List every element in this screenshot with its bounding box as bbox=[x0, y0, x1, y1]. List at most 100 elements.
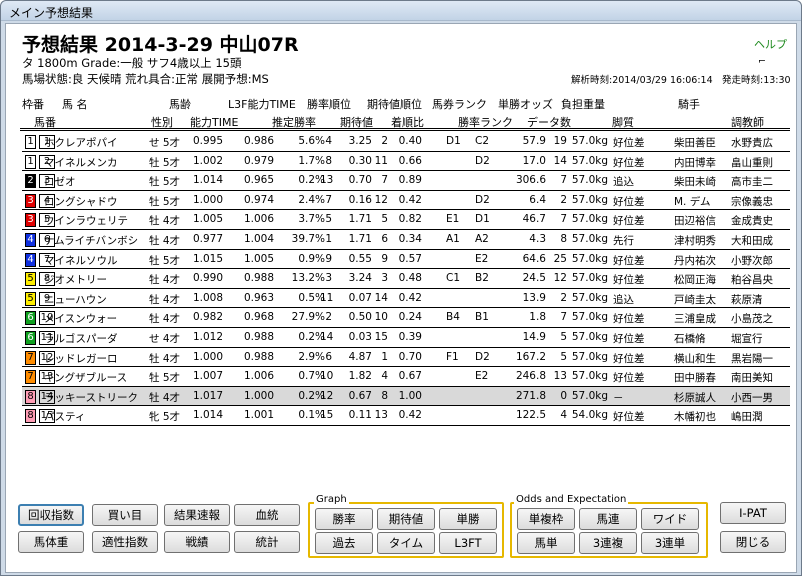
race-conditions: 馬場状態:良 天候晴 荒れ具合:正常 展開予想:MS bbox=[22, 72, 269, 86]
horse-weight-button[interactable]: 馬体重 bbox=[18, 531, 84, 553]
sex-age: せ 4才 bbox=[149, 333, 181, 345]
burden-weight: 57.0kg bbox=[571, 370, 608, 383]
waku-badge: 6 bbox=[25, 331, 36, 345]
record-button[interactable]: 戦績 bbox=[164, 531, 230, 553]
expect-rank: 1 bbox=[381, 350, 388, 363]
time-graph-button[interactable]: タイム bbox=[377, 532, 435, 554]
waku-badge: 1 bbox=[25, 154, 36, 169]
ipat-button[interactable]: I-PAT bbox=[720, 502, 786, 524]
win-rank-letter: E2 bbox=[475, 370, 489, 383]
expect-value: 0.16 bbox=[348, 193, 372, 206]
running-style: 好位差 bbox=[613, 313, 645, 326]
trainer-name: 粕谷昌央 bbox=[731, 274, 773, 287]
sex-age: 牡 4才 bbox=[149, 352, 181, 365]
l3f-time: 0.979 bbox=[243, 154, 274, 167]
client-area: 予想結果 2014-3-29 中山07R タ 1800m Grade:一般 サフ… bbox=[5, 23, 797, 573]
win-rate-graph-button[interactable]: 勝率 bbox=[315, 508, 373, 530]
table-row[interactable]: 7 12 レッドレガーロ牡 4才 1.000 0.988 2.9% 6 4.87 1 0.70 F1… bbox=[22, 348, 790, 367]
horse-name: ニューハウン bbox=[44, 293, 107, 306]
waku-badge: 5 bbox=[25, 272, 36, 287]
data-count: 7 bbox=[560, 174, 567, 187]
table-row[interactable]: 4 6 ナムライチバンボシ牡 4才 0.977 1.004 39.7% 1 1.71 6 0.34… bbox=[22, 230, 790, 249]
table-row[interactable]: 2 3 ロゼオ牡 5才 1.014 0.965 0.2% 13 0.70 7 0.89 306.6 7… bbox=[22, 171, 790, 190]
horse-name: ラルゴスパーダ bbox=[44, 333, 118, 345]
burden-weight: 57.0kg bbox=[571, 272, 608, 285]
table-row[interactable]: 5 9 ニューハウン牡 4才 1.008 0.963 0.5% 11 0.07 14 0.42 13… bbox=[22, 289, 790, 308]
tansho-graph-button[interactable]: 単勝 bbox=[439, 508, 497, 530]
jockey-name: 柴田未崎 bbox=[674, 176, 716, 189]
jockey-name: 柴田善臣 bbox=[674, 137, 716, 149]
win-odds: 64.6 bbox=[522, 252, 546, 265]
fukusho-button[interactable]: 単複枠 bbox=[517, 508, 575, 530]
buy-button[interactable]: 買い目 bbox=[92, 504, 158, 526]
burden-weight: 57.0kg bbox=[571, 389, 608, 402]
win-rate: 0.2% bbox=[298, 331, 325, 343]
table-row[interactable]: 3 4 ロングシャドウ牡 5才 1.000 0.974 2.4% 7 0.16 12 0.42 D2… bbox=[22, 191, 790, 210]
table-row[interactable]: 8 14 ラッキーストリーク牡 4才 1.017 1.000 0.2% 12 0.67 8 1.0… bbox=[22, 386, 790, 406]
recovery-index-button[interactable]: 回収指数 bbox=[18, 504, 84, 526]
table-row[interactable]: 4 7 マイネルソウル牡 5才 1.015 1.005 0.9% 9 0.55 9 0.57 E2 6… bbox=[22, 250, 790, 269]
jockey-name: 津村明秀 bbox=[674, 235, 716, 247]
ability-time: 1.015 bbox=[192, 252, 223, 265]
table-row[interactable]: 3 5 ウインラウェリテ牡 4才 1.005 1.006 3.7% 5 1.71 5 0.82 E1… bbox=[22, 210, 790, 229]
sanrentan-button[interactable]: 3連単 bbox=[641, 532, 699, 554]
sex-age: 牡 4才 bbox=[149, 274, 181, 287]
help-link[interactable]: ヘルプ bbox=[754, 36, 787, 52]
win-rate: 13.2% bbox=[291, 272, 325, 285]
table-row[interactable]: 7 13 キングザブルース 牡 5才 1.007 1.006 0.7% 10 1.82 4 0.67… bbox=[22, 367, 790, 386]
graph-group-label: Graph bbox=[314, 494, 349, 505]
result-button[interactable]: 結果速報 bbox=[164, 504, 230, 526]
win-rank-letter: B2 bbox=[475, 272, 489, 285]
running-style: 好位差 bbox=[613, 352, 645, 365]
table-row[interactable]: 1 1 ホクレアポパイせ 5才 0.995 0.986 5.6% 4 3.25 2 0.40 D1 C… bbox=[22, 132, 790, 151]
table-row[interactable]: 8 15 パスティ牝 5才 1.014 1.001 0.1% 15 0.11 13 0.42 122… bbox=[22, 406, 790, 425]
l3ft-graph-button[interactable]: L3FT bbox=[439, 532, 497, 554]
running-style: 好位差 bbox=[613, 195, 645, 208]
win-rank: 13 bbox=[320, 174, 334, 187]
data-count: 5 bbox=[560, 350, 567, 363]
expect-graph-button[interactable]: 期待値 bbox=[377, 508, 435, 530]
past-graph-button[interactable]: 過去 bbox=[315, 532, 373, 554]
finish-ratio: 0.48 bbox=[398, 272, 422, 285]
jockey-name: 戸崎圭太 bbox=[674, 293, 716, 306]
wide-button[interactable]: ワイド bbox=[641, 508, 699, 530]
title-bar[interactable]: メイン予想結果 bbox=[1, 1, 801, 21]
ability-time: 1.000 bbox=[192, 350, 223, 363]
horse-name: キングザブルース bbox=[44, 372, 128, 385]
burden-weight: 57.0kg bbox=[571, 311, 608, 324]
trainer-name: 嶋田潤 bbox=[731, 411, 763, 424]
sanrenpuku-button[interactable]: 3連複 bbox=[579, 532, 637, 554]
win-odds: 14.9 bbox=[522, 331, 546, 343]
expect-value: 0.30 bbox=[348, 154, 372, 167]
table-row[interactable]: 6 11 ラルゴスパーダせ 4才 1.012 0.988 0.2% 14 0.03 15 0.39… bbox=[22, 328, 790, 347]
finish-ratio: 0.34 bbox=[398, 233, 422, 245]
ability-time: 1.002 bbox=[192, 154, 223, 167]
close-button[interactable]: 閉じる bbox=[720, 531, 786, 553]
burden-weight: 57.0kg bbox=[571, 350, 608, 363]
trainer-name: 水野貴広 bbox=[731, 137, 773, 149]
analysis-time: 解析時刻:2014/03/29 16:06:14 bbox=[571, 75, 713, 86]
finish-ratio: 1.00 bbox=[398, 389, 422, 402]
win-rate: 0.2% bbox=[298, 389, 325, 402]
expect-rank: 12 bbox=[374, 193, 388, 206]
win-rank: 15 bbox=[320, 409, 334, 422]
statistics-button[interactable]: 統計 bbox=[234, 531, 300, 553]
bloodline-button[interactable]: 血統 bbox=[234, 504, 300, 526]
fitness-index-button[interactable]: 適性指数 bbox=[92, 531, 158, 553]
umaren-button[interactable]: 馬連 bbox=[579, 508, 637, 530]
umatan-button[interactable]: 馬単 bbox=[517, 532, 575, 554]
jockey-name: 松岡正海 bbox=[674, 274, 716, 287]
jockey-name: 丹内祐次 bbox=[674, 254, 716, 267]
data-count: 5 bbox=[560, 331, 567, 343]
table-row[interactable]: 1 2 マイネルメンカ牡 5才 1.002 0.979 1.7% 8 0.30 11 0.66 D2… bbox=[22, 152, 790, 171]
win-rank: 6 bbox=[325, 350, 332, 363]
win-odds: 24.5 bbox=[522, 272, 546, 285]
ability-time: 0.977 bbox=[192, 233, 223, 245]
table-row[interactable]: 5 8 ジオメトリー牡 4才 0.990 0.988 13.2% 3 3.24 3 0.48 C1 B… bbox=[22, 269, 790, 288]
sex-age: せ 5才 bbox=[149, 137, 181, 149]
expect-rank: 13 bbox=[374, 409, 388, 422]
l3f-time: 0.968 bbox=[243, 311, 274, 324]
table-row[interactable]: 6 10 メイスンウォー牡 4才 0.982 0.968 27.9% 2 0.50 10 0.24… bbox=[22, 308, 790, 327]
finish-ratio: 0.24 bbox=[398, 311, 422, 324]
l3f-time: 1.004 bbox=[243, 233, 274, 245]
